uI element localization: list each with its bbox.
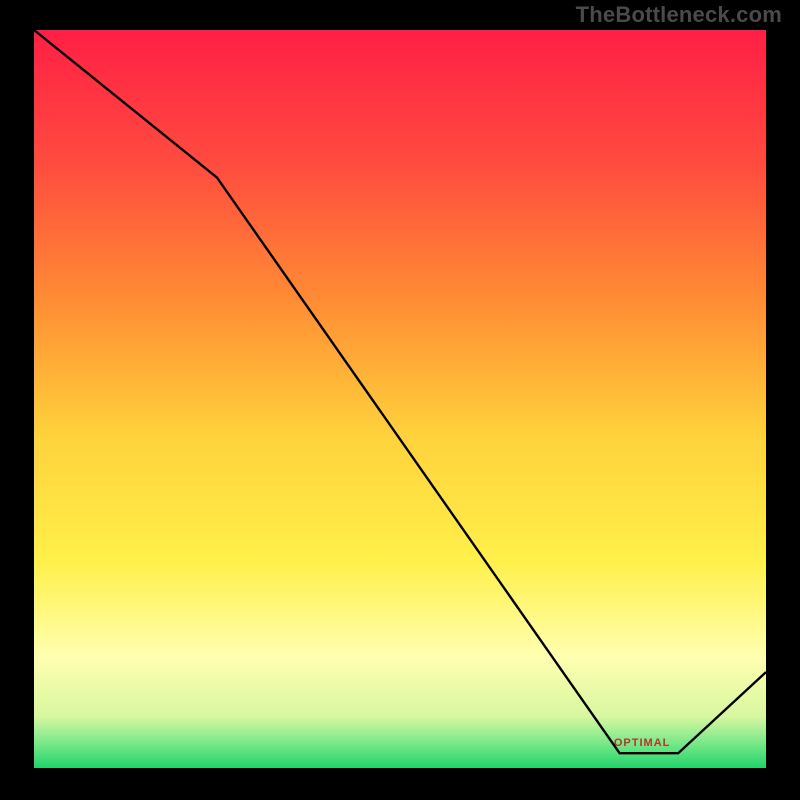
plot-area: OPTIMAL [34,30,766,768]
gradient-background [34,30,766,768]
chart-svg [34,30,766,768]
watermark-text: TheBottleneck.com [576,2,782,28]
chart-frame: TheBottleneck.com OPTIMAL [0,0,800,800]
optimal-marker-label: OPTIMAL [614,737,671,749]
